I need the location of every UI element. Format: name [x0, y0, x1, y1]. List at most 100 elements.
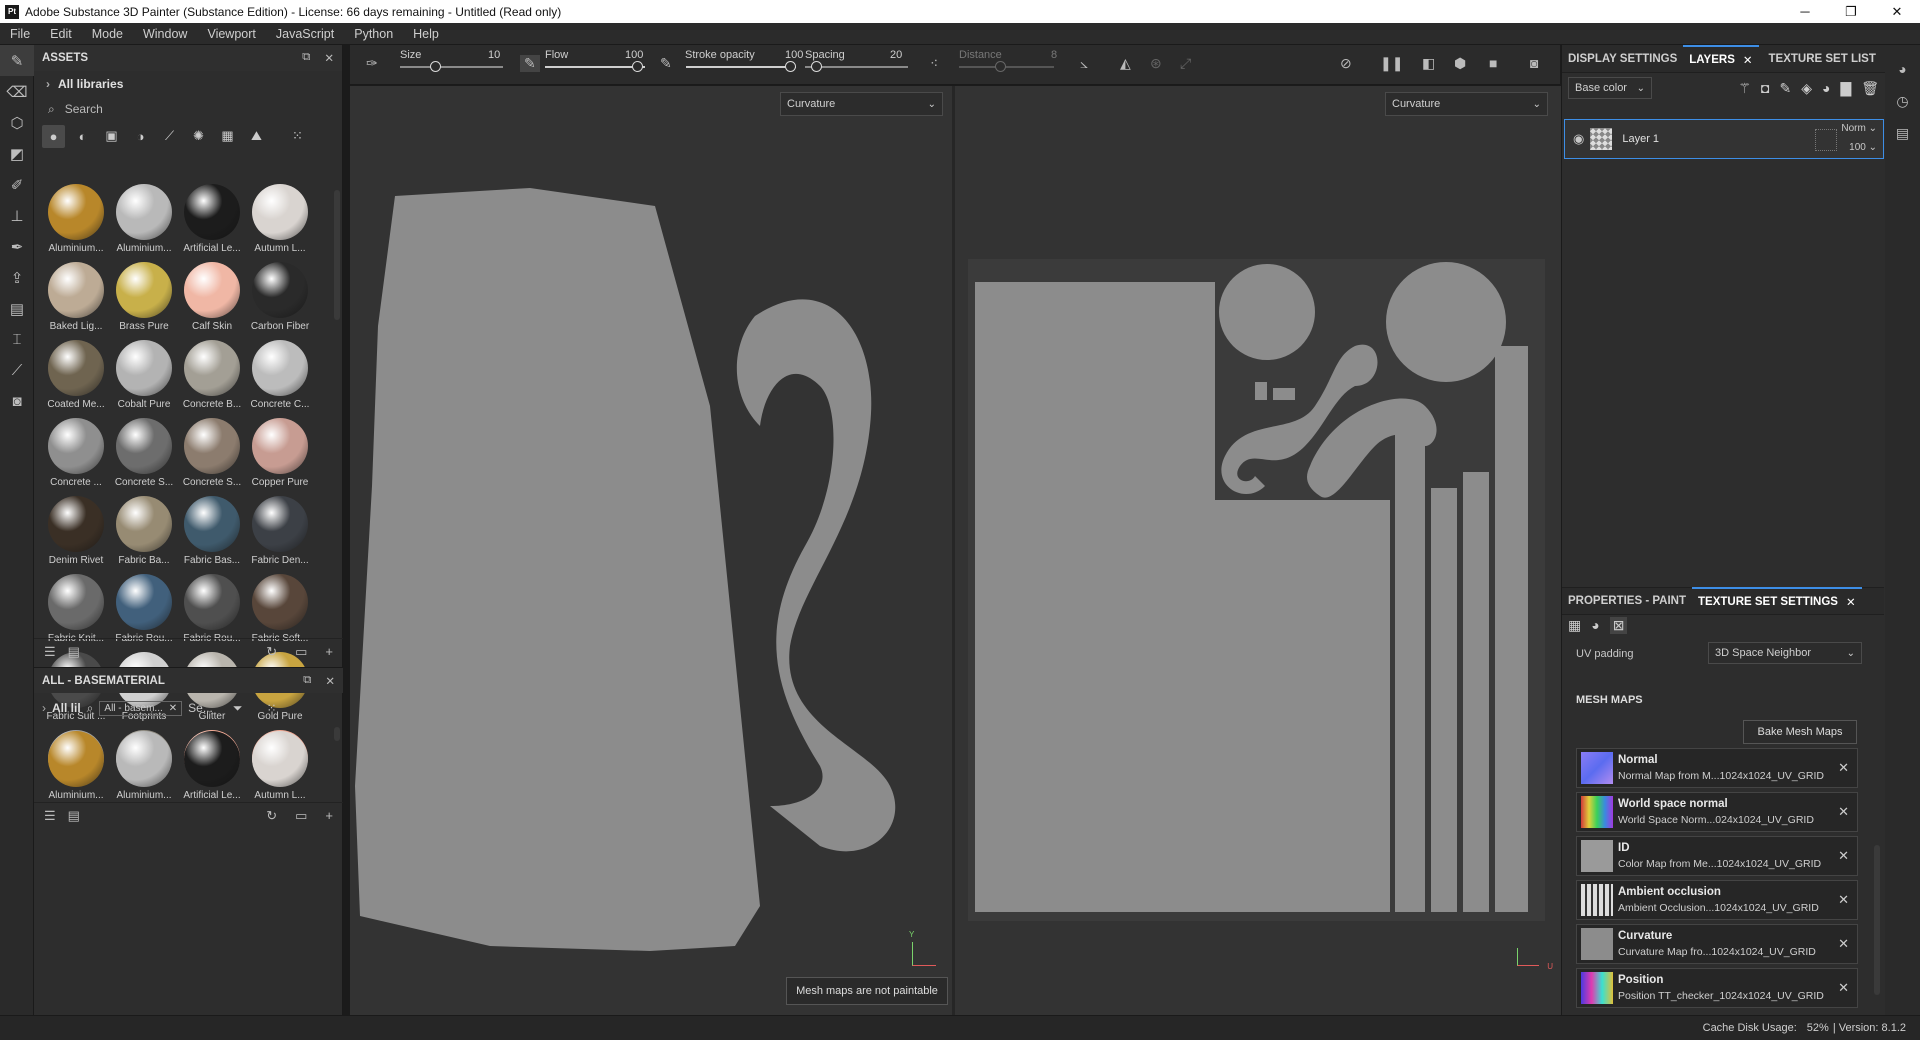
transform-icon[interactable]: ⤢ [1180, 55, 1191, 72]
projection-tool-icon[interactable]: ⬡ [0, 107, 34, 138]
log-icon[interactable]: ▤ [1885, 117, 1920, 149]
remove-map-icon[interactable]: ✕ [1838, 980, 1849, 996]
material-thumbnail[interactable]: Artificial Le... [178, 727, 246, 805]
tab-texture-set-settings[interactable]: TEXTURE SET SETTINGS ✕ [1692, 587, 1862, 615]
mug-mesh[interactable] [350, 86, 952, 1016]
mesh-map-position[interactable]: Position Position TT_checker_1024x1024_UV… [1576, 968, 1858, 1008]
particles-filter-icon[interactable]: ✺ [187, 125, 210, 148]
material-thumbnail[interactable]: Aluminium... [110, 727, 178, 805]
mesh-maps-settings-icon[interactable]: ⊠ [1609, 617, 1628, 634]
uv-layout[interactable] [955, 86, 1561, 1016]
material-thumbnail[interactable]: Denim Rivet [42, 492, 110, 570]
refresh-icon[interactable]: ↻ [266, 808, 277, 824]
anchor-tool-icon[interactable]: ⌶ [0, 324, 34, 355]
bake-tool-icon[interactable]: ▤ [0, 293, 34, 324]
channel-dropdown[interactable]: Base color ⌄ [1568, 77, 1652, 99]
material-thumbnail[interactable]: Calf Skin [178, 258, 246, 336]
assets-search[interactable]: ⌕ Search [34, 97, 342, 121]
new-folder-icon[interactable]: ▭ [295, 644, 307, 660]
material-thumbnail[interactable]: Fabric Rou... [178, 570, 246, 648]
material-thumbnail[interactable]: Aluminium... [42, 727, 110, 805]
material-thumbnail[interactable]: Fabric Soft... [246, 570, 314, 648]
material-thumbnail[interactable]: Baked Lig... [42, 258, 110, 336]
group-view-icon[interactable]: ▤ [68, 644, 80, 660]
close-tab-icon[interactable]: ✕ [1846, 595, 1856, 609]
menu-window[interactable]: Window [133, 27, 197, 41]
smudge-tool-icon[interactable]: ✐ [0, 169, 34, 200]
mesh-map-world-space-normal[interactable]: World space normal World Space Norm...024… [1576, 792, 1858, 832]
restore-button[interactable]: ❐ [1828, 0, 1874, 23]
material-thumbnail[interactable]: Aluminium... [42, 180, 110, 258]
remove-map-icon[interactable]: ✕ [1838, 892, 1849, 908]
float-panel-icon[interactable]: ⧉ [303, 674, 311, 688]
material-thumbnail[interactable]: Fabric Bas... [178, 492, 246, 570]
menu-mode[interactable]: Mode [82, 27, 133, 41]
symmetry-settings-icon[interactable]: ⊛ [1150, 55, 1162, 72]
2d-uv-viewport[interactable]: Curvature ⌄ U [955, 86, 1561, 1016]
shelf-icon[interactable]: ◕ [1885, 53, 1920, 85]
tab-display-settings[interactable]: DISPLAY SETTINGS [1562, 45, 1683, 73]
menu-edit[interactable]: Edit [40, 27, 82, 41]
screenshot-tool-icon[interactable]: ◙ [0, 386, 34, 417]
delete-layer-icon[interactable]: 🗑 [1861, 80, 1879, 97]
paint-brush-tool-icon[interactable]: ✎ [0, 45, 34, 76]
basematerial-search-input[interactable]: Se... [188, 701, 213, 715]
flow-slider-knob[interactable] [632, 61, 643, 72]
material-thumbnail[interactable]: Fabric Ba... [110, 492, 178, 570]
material-thumbnail[interactable]: Fabric Knit... [42, 570, 110, 648]
search-input[interactable]: Search [65, 102, 103, 116]
alignment-icon[interactable]: ⦣ [1080, 55, 1088, 72]
textures-filter-icon[interactable]: ▦ [216, 125, 239, 148]
add-smart-material-icon[interactable]: ◕ [1822, 80, 1830, 97]
material-thumbnail[interactable]: Cobalt Pure [110, 336, 178, 414]
filter-funnel-icon[interactable]: ⏷ [233, 701, 243, 716]
material-thumbnail[interactable]: Concrete B... [178, 336, 246, 414]
close-tab-icon[interactable]: ✕ [1743, 53, 1753, 67]
measure-tool-icon[interactable]: ⟋ [0, 355, 34, 386]
minimize-button[interactable]: ─ [1782, 0, 1828, 23]
bake-mesh-maps-button[interactable]: Bake Mesh Maps [1743, 720, 1857, 744]
add-folder-icon[interactable]: ▇ [1840, 80, 1851, 97]
stroke-opacity-value[interactable]: 100 [785, 49, 803, 61]
smart-materials-filter-icon[interactable]: ◐ [71, 125, 94, 148]
basematerial-crumb[interactable]: All lil [52, 701, 81, 715]
mesh-map-id[interactable]: ID Color Map from Me...1024x1024_UV_GRID … [1576, 836, 1858, 876]
texture-set-settings-icon[interactable]: ▦ [1568, 617, 1581, 634]
symmetry-icon[interactable]: ◭ [1120, 55, 1131, 72]
materials-filter-icon[interactable]: ● [42, 124, 65, 148]
material-thumbnail[interactable]: Coated Me... [42, 336, 110, 414]
tab-layers[interactable]: LAYERS ✕ [1683, 44, 1759, 73]
polygon-fill-tool-icon[interactable]: ◩ [0, 138, 34, 169]
mesh-map-normal[interactable]: Normal Normal Map from M...1024x1024_UV_G… [1576, 748, 1858, 788]
grid-view-icon[interactable]: ⁙ [266, 701, 276, 715]
pressure-flow-icon[interactable]: ✎ [660, 55, 672, 72]
close-panel-icon[interactable]: ✕ [324, 51, 334, 65]
size-control[interactable]: Size 10 [400, 49, 500, 61]
stroke-opacity-slider[interactable] [686, 66, 796, 68]
add-fill-layer-icon[interactable]: ◈ [1801, 80, 1812, 97]
size-slider-knob[interactable] [430, 61, 441, 72]
list-view-icon[interactable]: ☰ [44, 644, 56, 660]
size-slider[interactable] [400, 66, 503, 68]
material-thumbnail[interactable]: Autumn L... [246, 180, 314, 258]
hide-uv-icon[interactable]: ⊘ [1340, 55, 1352, 72]
material-thumbnail[interactable]: Fabric Rou... [110, 570, 178, 648]
clone-stamp-tool-icon[interactable]: ⊥ [0, 200, 34, 231]
assets-scrollbar[interactable] [334, 190, 340, 320]
basematerial-filter-chip[interactable]: All - basem... ✕ [99, 700, 183, 716]
material-thumbnail[interactable]: Aluminium... [110, 180, 178, 258]
material-thumbnail[interactable]: Concrete S... [110, 414, 178, 492]
brushes-filter-icon[interactable]: ⟋ [158, 125, 181, 148]
grid-view-icon[interactable]: ⁙ [286, 125, 309, 148]
menu-file[interactable]: File [0, 27, 40, 41]
new-folder-icon[interactable]: ▭ [295, 808, 307, 824]
screenshot-icon[interactable]: ◙ [1530, 55, 1538, 71]
search-icon[interactable]: ⌕ [87, 701, 94, 716]
flow-control[interactable]: Flow 100 [545, 49, 645, 61]
add-icon[interactable]: + [325, 808, 333, 824]
lazy-mouse-icon[interactable]: ✑ [366, 55, 378, 72]
size-value[interactable]: 10 [488, 49, 500, 61]
layer-opacity[interactable]: 100 ⌄ [1849, 142, 1877, 153]
add-effect-icon[interactable]: ⚚ [1738, 80, 1751, 97]
remove-filter-icon[interactable]: ✕ [169, 703, 177, 714]
